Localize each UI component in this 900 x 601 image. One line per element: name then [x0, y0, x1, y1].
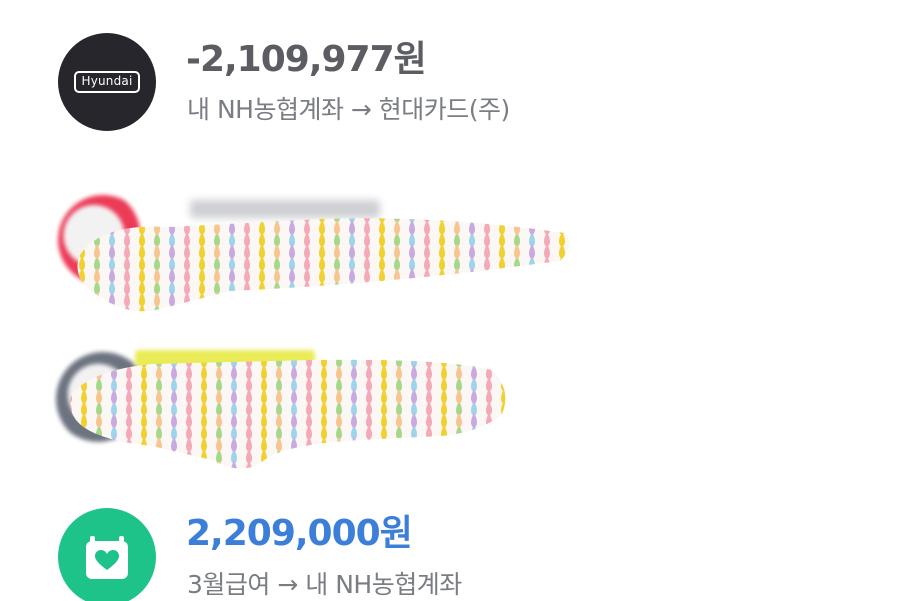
- redaction-mask: [77, 218, 570, 312]
- transaction-description: 내 NH농협계좌 → 현대카드(주): [187, 95, 510, 124]
- transaction-amount: -2,109,977원: [186, 39, 427, 80]
- redaction-mask: [69, 359, 506, 469]
- transaction-amount: 2,209,000원: [186, 513, 413, 554]
- calendar-heart-icon: [86, 536, 128, 579]
- salary-avatar: [58, 508, 156, 601]
- transaction-description: 3월급여 → 내 NH농협계좌: [187, 570, 462, 599]
- transaction-list: Hyundai -2,109,977원 내 NH농협계좌 → 현대카드(주) 2…: [0, 0, 900, 601]
- hyundai-logo-icon: Hyundai: [74, 71, 140, 93]
- hyundai-card-avatar: Hyundai: [58, 33, 156, 131]
